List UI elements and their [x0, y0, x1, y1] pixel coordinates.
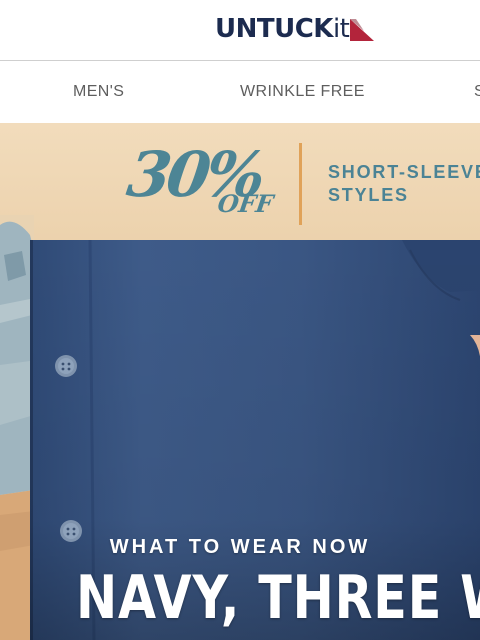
nav-item-mens[interactable]: MEN'S	[73, 83, 124, 101]
logo-wordmark: UNTUCKit	[215, 14, 350, 44]
promo-off: OFF	[215, 189, 276, 218]
hero-subtitle: WHAT TO WEAR NOW	[109, 536, 371, 558]
shirt-button-1	[55, 355, 77, 377]
nav-item-partial[interactable]: S	[474, 83, 480, 101]
promo-divider	[299, 143, 302, 225]
promo-line-1: SHORT-SLEEVE	[328, 162, 480, 182]
site-header: UNTUCKit	[0, 0, 480, 61]
hero-banner[interactable]: 30% OFF SHORT-SLEEVE STYLES WHAT TO WEAR…	[0, 123, 480, 640]
promo-line-2: STYLES	[328, 185, 409, 205]
untuckit-logo[interactable]: UNTUCKit	[215, 12, 375, 46]
logo-flag-icon	[350, 19, 375, 41]
background-shirt-art	[0, 215, 34, 640]
nav-item-wrinkle-free[interactable]: WRINKLE FREE	[240, 83, 365, 101]
promo-text: SHORT-SLEEVE STYLES	[328, 161, 480, 207]
category-nav: MEN'S WRINKLE FREE S	[0, 61, 480, 123]
promo-banner[interactable]: 30% OFF SHORT-SLEEVE STYLES	[0, 123, 480, 241]
hero-title: NAVY, THREE WAYS	[76, 563, 480, 633]
